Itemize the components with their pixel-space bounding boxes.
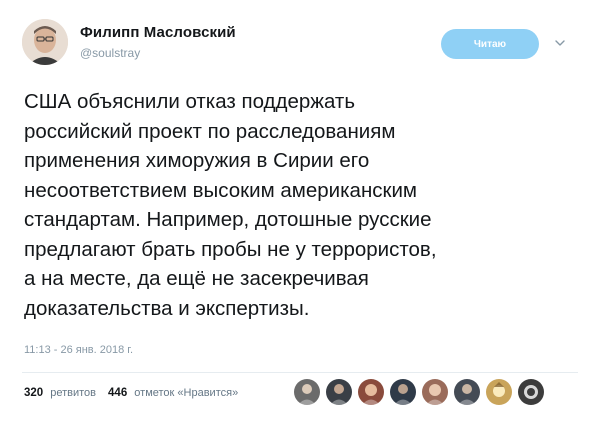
tweet-line: а на месте, да ещё не засекречивая <box>24 267 369 290</box>
tweet-text: США объяснили отказ поддержать российски… <box>24 87 589 323</box>
tweet-timestamp[interactable]: 11:13 - 26 янв. 2018 г. <box>24 344 133 356</box>
liker-avatar-icon[interactable] <box>517 378 545 406</box>
likes-count: 446 <box>108 387 128 399</box>
tweet-line: доказательства и экспертизы. <box>24 296 310 320</box>
profile-photo-icon <box>22 19 68 65</box>
likes-label: отметок «Нравится» <box>134 387 239 399</box>
author-handle[interactable]: @soulstray <box>80 46 140 60</box>
liker-avatar-icon[interactable] <box>325 378 353 406</box>
liker-avatar-icon[interactable] <box>485 378 513 406</box>
following-button-label: Читаю <box>473 38 507 50</box>
retweets-label: ретвитов <box>50 387 97 399</box>
likes-stat[interactable]: 446 отметок «Нравится» <box>108 387 238 399</box>
author-name[interactable]: Филипп Масловский <box>80 24 236 41</box>
tweet-line: несоответствием высоким американским <box>24 178 418 202</box>
author-avatar[interactable] <box>22 19 68 65</box>
liker-avatars <box>293 378 549 406</box>
tweet-stats: 320 ретвитов 446 отметок «Нравится» <box>24 387 250 399</box>
tweet-line: предлагают брать пробы не у террористов, <box>24 237 437 261</box>
retweets-count: 320 <box>24 387 44 399</box>
tweet-line: применения химоружия в Сирии его <box>24 149 370 172</box>
chevron-down-icon[interactable] <box>553 36 567 50</box>
liker-avatar-icon[interactable] <box>453 378 481 406</box>
liker-avatar-icon[interactable] <box>389 378 417 406</box>
divider <box>22 372 578 373</box>
tweet-line: российский проект по расследованиям <box>24 119 396 143</box>
liker-avatar-icon[interactable] <box>357 378 385 406</box>
following-button[interactable]: Читаю <box>441 29 539 59</box>
retweets-stat[interactable]: 320 ретвитов <box>24 387 96 399</box>
tweet-line: США объяснили отказ поддержать <box>24 90 356 113</box>
tweet-line: стандартам. Например, дотошные русские <box>24 208 432 231</box>
liker-avatar-icon[interactable] <box>293 378 321 406</box>
liker-avatar-icon[interactable] <box>421 378 449 406</box>
